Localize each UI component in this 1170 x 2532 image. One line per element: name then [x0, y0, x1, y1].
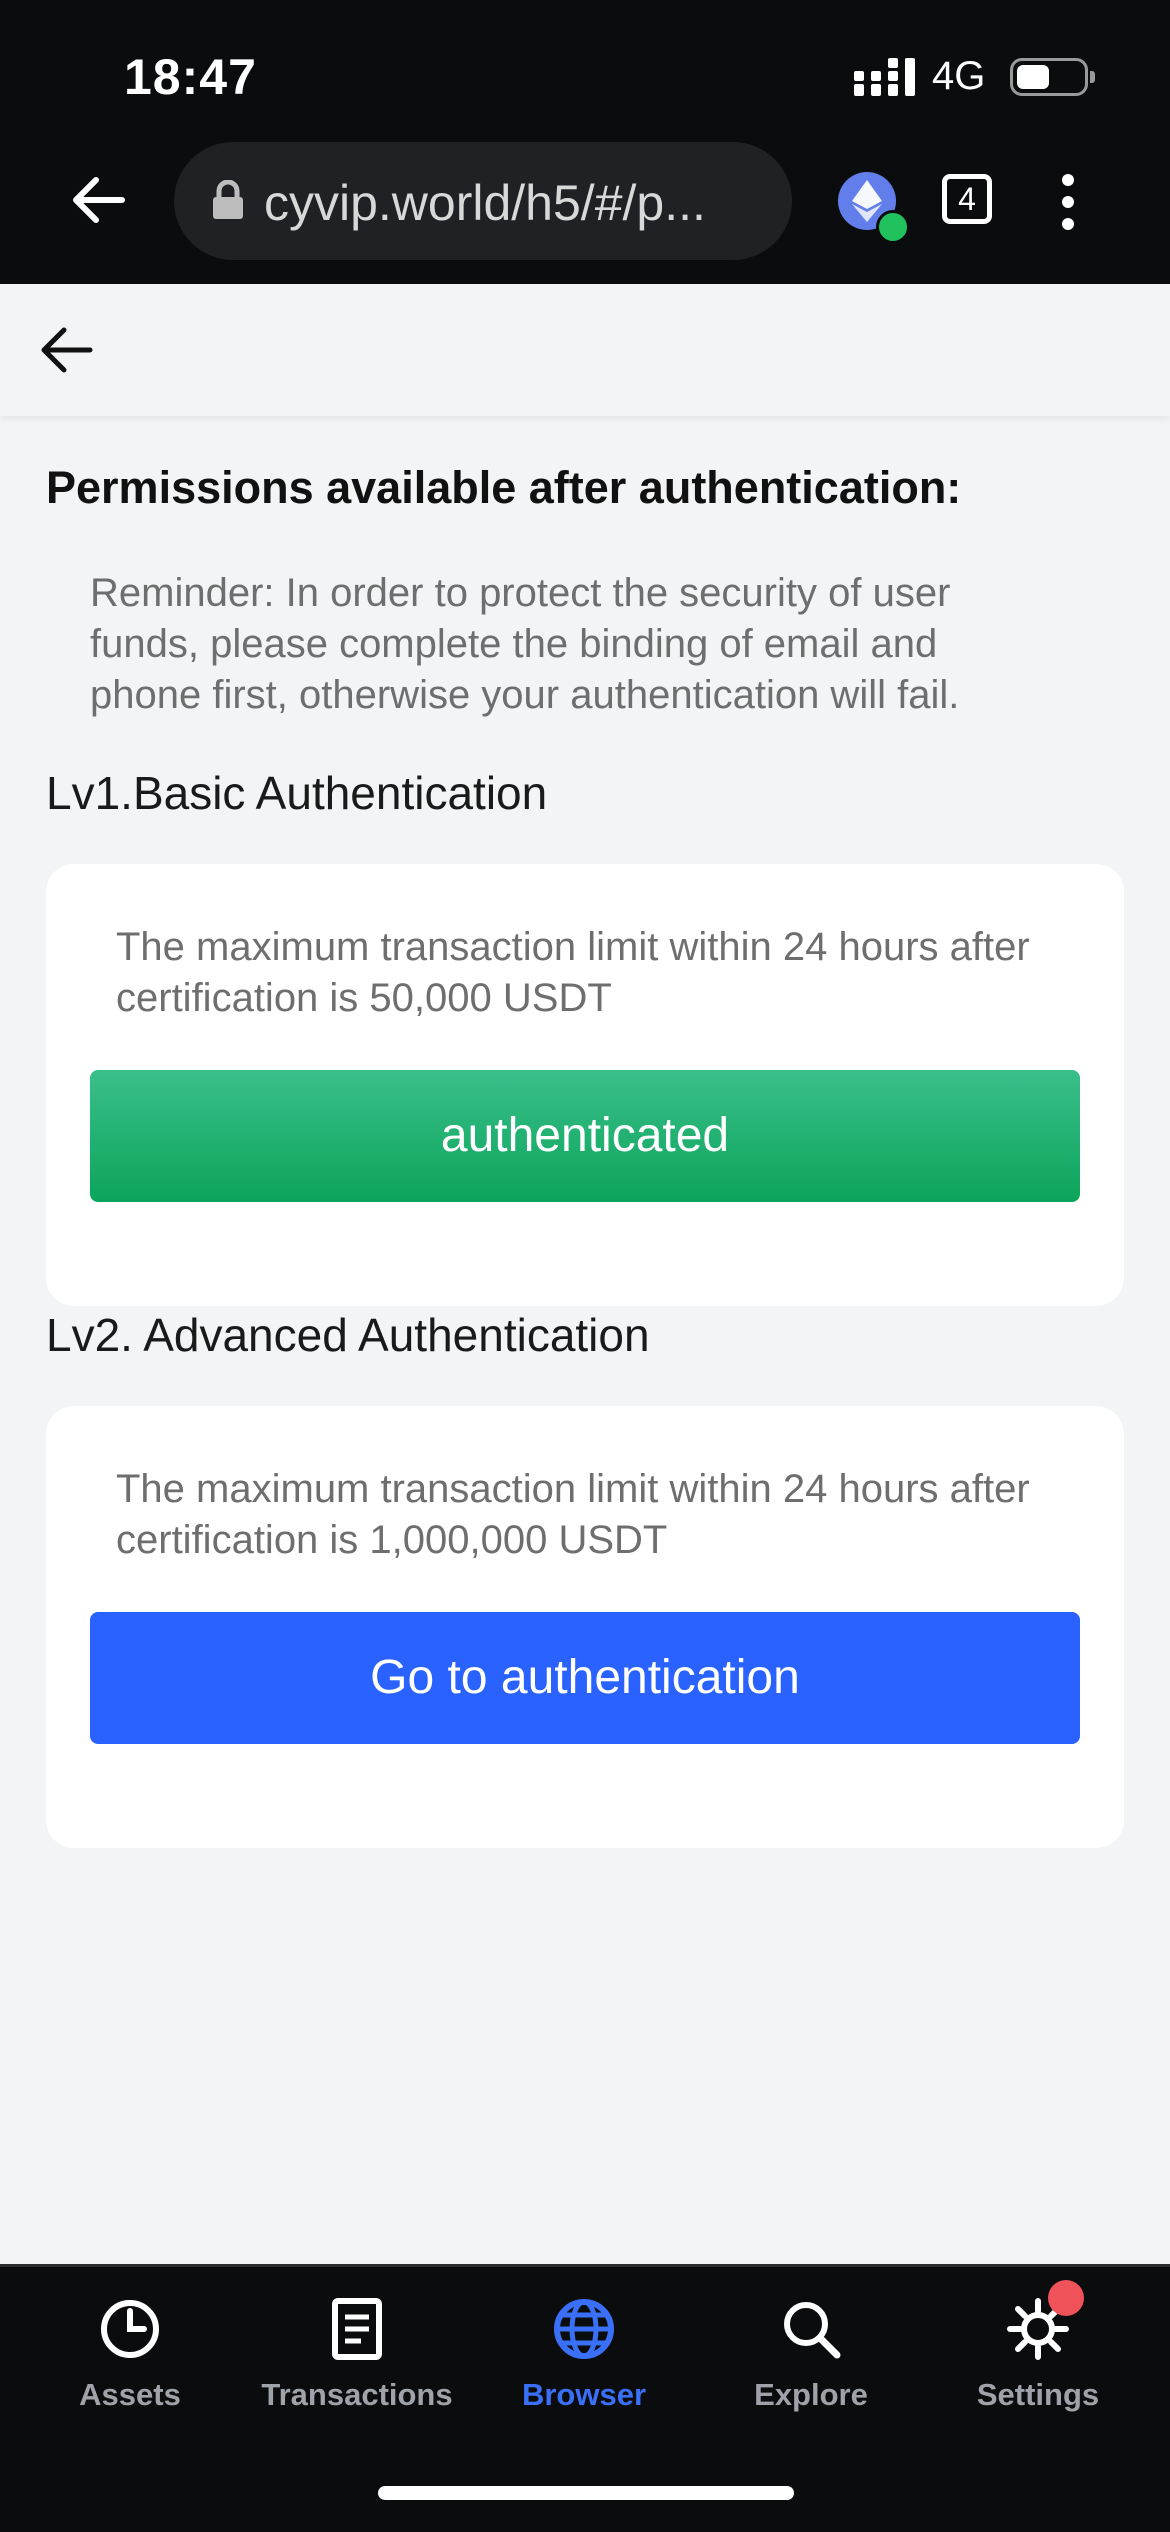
browser-back-icon[interactable]	[68, 170, 128, 230]
tabs-button[interactable]: 4	[942, 174, 992, 224]
nav-settings[interactable]: Settings	[928, 2297, 1148, 2427]
document-icon	[332, 2298, 382, 2360]
globe-icon	[554, 2299, 614, 2359]
authenticated-button[interactable]: authenticated	[90, 1070, 1080, 1202]
settings-notification-badge	[1048, 2280, 1084, 2316]
more-menu-icon[interactable]	[1056, 172, 1080, 232]
nav-explore[interactable]: Explore	[701, 2297, 921, 2427]
level-2-heading: Lv2. Advanced Authentication	[46, 1309, 650, 1361]
battery-icon	[1010, 58, 1095, 96]
signal-icon	[854, 58, 915, 96]
page-header	[0, 284, 1170, 416]
search-icon	[784, 2302, 841, 2359]
nav-explore-label: Explore	[754, 2377, 868, 2412]
level-1-description: The maximum transaction limit within 24 …	[116, 925, 1030, 1020]
home-indicator[interactable]	[378, 2486, 794, 2500]
status-time: 18:47	[124, 49, 257, 105]
page-back-icon[interactable]	[36, 320, 96, 380]
nav-assets-label: Assets	[79, 2377, 181, 2412]
nav-browser-label: Browser	[521, 2377, 647, 2412]
pie-chart-icon	[101, 2300, 159, 2358]
browser-chrome: 18:47 4G cyvip.world/h5/#/p... 4	[0, 0, 1170, 284]
ethereum-network-icon[interactable]	[838, 172, 910, 244]
network-type: 4G	[932, 54, 986, 98]
nav-assets[interactable]: Assets	[20, 2297, 240, 2427]
address-bar[interactable]: cyvip.world/h5/#/p...	[174, 142, 792, 260]
page-title: Permissions available after authenticati…	[46, 462, 962, 513]
level-2-card: The maximum transaction limit within 24 …	[46, 1406, 1124, 1848]
url-text: cyvip.world/h5/#/p...	[264, 175, 706, 231]
level-1-heading: Lv1.Basic Authentication	[46, 767, 548, 819]
go-to-authentication-button[interactable]: Go to authentication	[90, 1612, 1080, 1744]
nav-transactions[interactable]: Transactions	[247, 2297, 467, 2427]
nav-browser[interactable]: Browser	[474, 2297, 694, 2427]
ethereum-diamond-icon	[852, 180, 882, 222]
security-reminder: Reminder: In order to protect the securi…	[90, 571, 960, 717]
connected-status-dot	[876, 210, 910, 244]
level-1-card: The maximum transaction limit within 24 …	[46, 864, 1124, 1306]
nav-transactions-label: Transactions	[261, 2377, 453, 2412]
level-2-description: The maximum transaction limit within 24 …	[116, 1467, 1030, 1562]
nav-settings-label: Settings	[976, 2377, 1100, 2412]
lock-icon	[213, 180, 243, 219]
